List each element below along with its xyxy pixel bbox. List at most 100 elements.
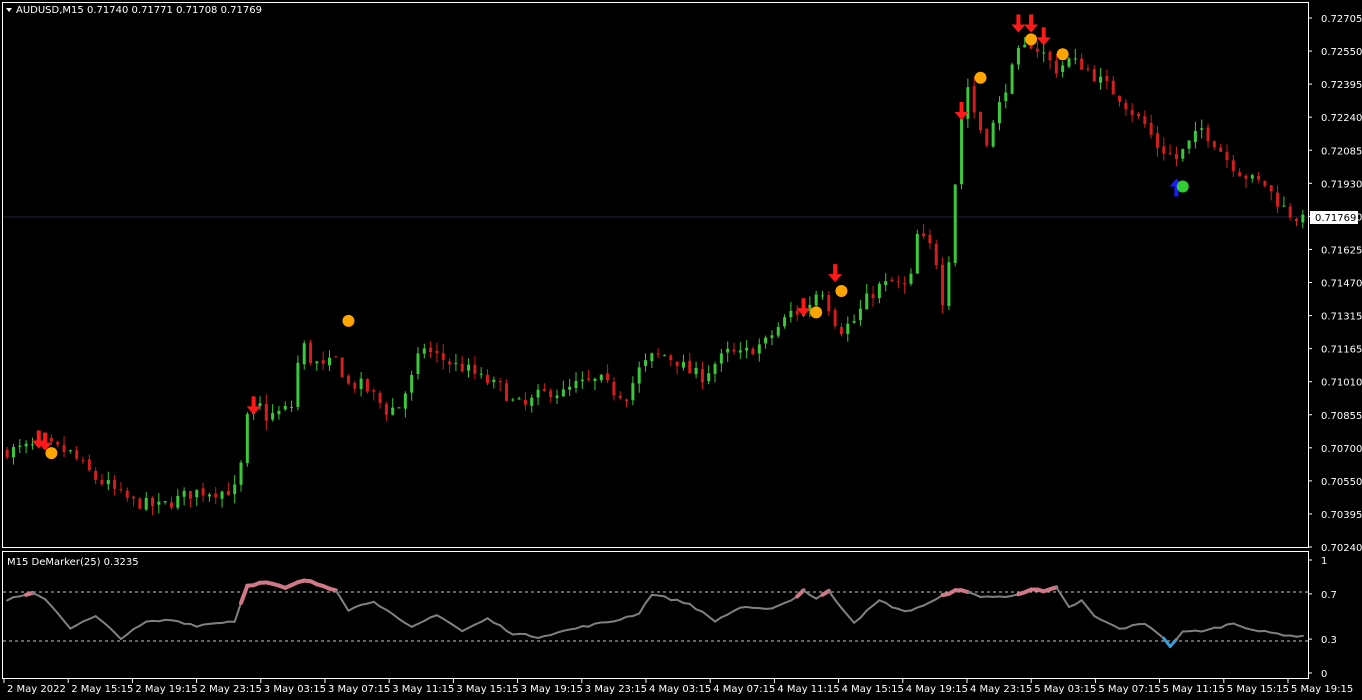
candle-bear — [890, 279, 894, 282]
candle-bull — [220, 491, 224, 499]
candle-bull — [30, 444, 34, 446]
time-tick-label: 2 May 2022 — [7, 684, 66, 695]
price-tick-label: 0.71010 — [1321, 378, 1362, 389]
candle-bear — [625, 399, 629, 402]
chart-header: AUDUSD,M15 0.71740 0.71771 0.71708 0.717… — [6, 5, 262, 16]
candle-bear — [1257, 175, 1261, 180]
candle-bear — [688, 360, 692, 374]
candle-bull — [68, 450, 72, 452]
candle-bull — [1010, 64, 1014, 94]
candle-bull — [277, 410, 281, 415]
candle-bear — [56, 442, 60, 445]
candle-bear — [384, 404, 388, 415]
candle-bear — [1162, 146, 1166, 154]
candle-bear — [618, 395, 622, 399]
candle-bull — [580, 379, 584, 382]
candle-bear — [1219, 147, 1223, 152]
candle-bull — [391, 407, 395, 415]
price-tick-label: 0.72550 — [1321, 47, 1362, 58]
candle-bear — [169, 502, 173, 508]
candle-bear — [1143, 116, 1147, 125]
candle-bull — [991, 122, 995, 147]
candle-bull — [397, 407, 401, 409]
candle-bear — [979, 111, 982, 131]
symbol-label: AUDUSD,M15 — [16, 5, 84, 16]
candle-bull — [479, 373, 483, 375]
candle-bear — [1212, 141, 1216, 147]
candle-bear — [827, 295, 831, 312]
candle-bear — [1124, 102, 1128, 110]
price-tick-label: 0.71470 — [1321, 279, 1362, 290]
candle-bear — [922, 233, 926, 237]
candle-bull — [789, 310, 793, 318]
candle-bear — [113, 479, 117, 489]
price-tick-label: 0.72240 — [1321, 113, 1362, 124]
candle-bear — [1130, 110, 1134, 116]
candle-bear — [523, 399, 527, 405]
time-tick-label: 4 May 03:15 — [649, 684, 711, 695]
candle-bear — [498, 381, 502, 383]
candle-bear — [839, 326, 843, 335]
time-tick-label: 5 May 19:15 — [1291, 684, 1353, 695]
candle-bear — [896, 281, 900, 283]
candle-bear — [309, 342, 313, 364]
candle-bear — [226, 490, 230, 496]
candle-bull — [359, 378, 363, 389]
candle-bull — [846, 323, 850, 335]
demarker-tick-label: 0.3 — [1321, 635, 1337, 646]
candle-bull — [997, 102, 1001, 124]
demarker-tick-label: 0 — [1321, 669, 1327, 680]
candle-bear — [871, 294, 875, 299]
candle-bull — [1187, 140, 1191, 149]
candle-bull — [814, 294, 818, 306]
candle-bull — [561, 389, 565, 397]
signal-dot-icon — [835, 285, 848, 298]
candle-bull — [574, 380, 578, 388]
candle-bull — [776, 327, 780, 336]
signal-dot-icon — [342, 314, 355, 327]
candle-bear — [441, 353, 445, 361]
candle-bull — [106, 479, 110, 485]
price-tick-label: 0.71165 — [1321, 345, 1362, 356]
price-tick-label: 0.70240 — [1321, 543, 1362, 554]
candle-bear — [700, 368, 704, 383]
candle-bear — [75, 450, 79, 459]
candle-bull — [631, 383, 635, 401]
candle-bull — [328, 357, 331, 366]
candle-bull — [1099, 76, 1103, 83]
price-tick-label: 0.72395 — [1321, 80, 1362, 91]
candle-bull — [271, 413, 275, 420]
candle-bull — [1282, 205, 1286, 207]
candle-bull — [707, 373, 711, 382]
candle-bull — [1067, 58, 1071, 67]
candle-bear — [1288, 206, 1292, 218]
candle-bear — [214, 493, 218, 498]
candle-bear — [1168, 153, 1172, 155]
candle-bear — [751, 348, 755, 355]
candle-bull — [517, 398, 521, 400]
candle-bull — [726, 348, 730, 353]
candle-bull — [422, 348, 426, 354]
candle-bear — [119, 489, 123, 491]
candle-bull — [662, 355, 666, 357]
candle-bull — [176, 495, 180, 508]
candle-bear — [1269, 185, 1273, 192]
time-tick-label: 5 May 07:15 — [1098, 684, 1160, 695]
candle-bear — [365, 378, 369, 392]
candle-bear — [49, 437, 53, 442]
candle-bull — [233, 484, 237, 495]
candle-bear — [132, 496, 136, 499]
candle-bull — [144, 497, 148, 510]
price-tick-label: 0.71625 — [1321, 245, 1362, 256]
time-tick-label: 2 May 23:15 — [200, 684, 262, 695]
candle-bear — [1137, 113, 1141, 116]
candle-bear — [5, 449, 9, 458]
time-tick-label: 5 May 11:15 — [1163, 684, 1225, 695]
time-tick-label: 3 May 07:15 — [328, 684, 390, 695]
demarker-segment — [1295, 634, 1304, 638]
candle-bull — [555, 395, 559, 398]
candle-bull — [909, 273, 913, 284]
time-tick-label: 3 May 03:15 — [264, 684, 326, 695]
signal-dot-icon — [810, 306, 823, 319]
candle-bear — [732, 349, 736, 352]
